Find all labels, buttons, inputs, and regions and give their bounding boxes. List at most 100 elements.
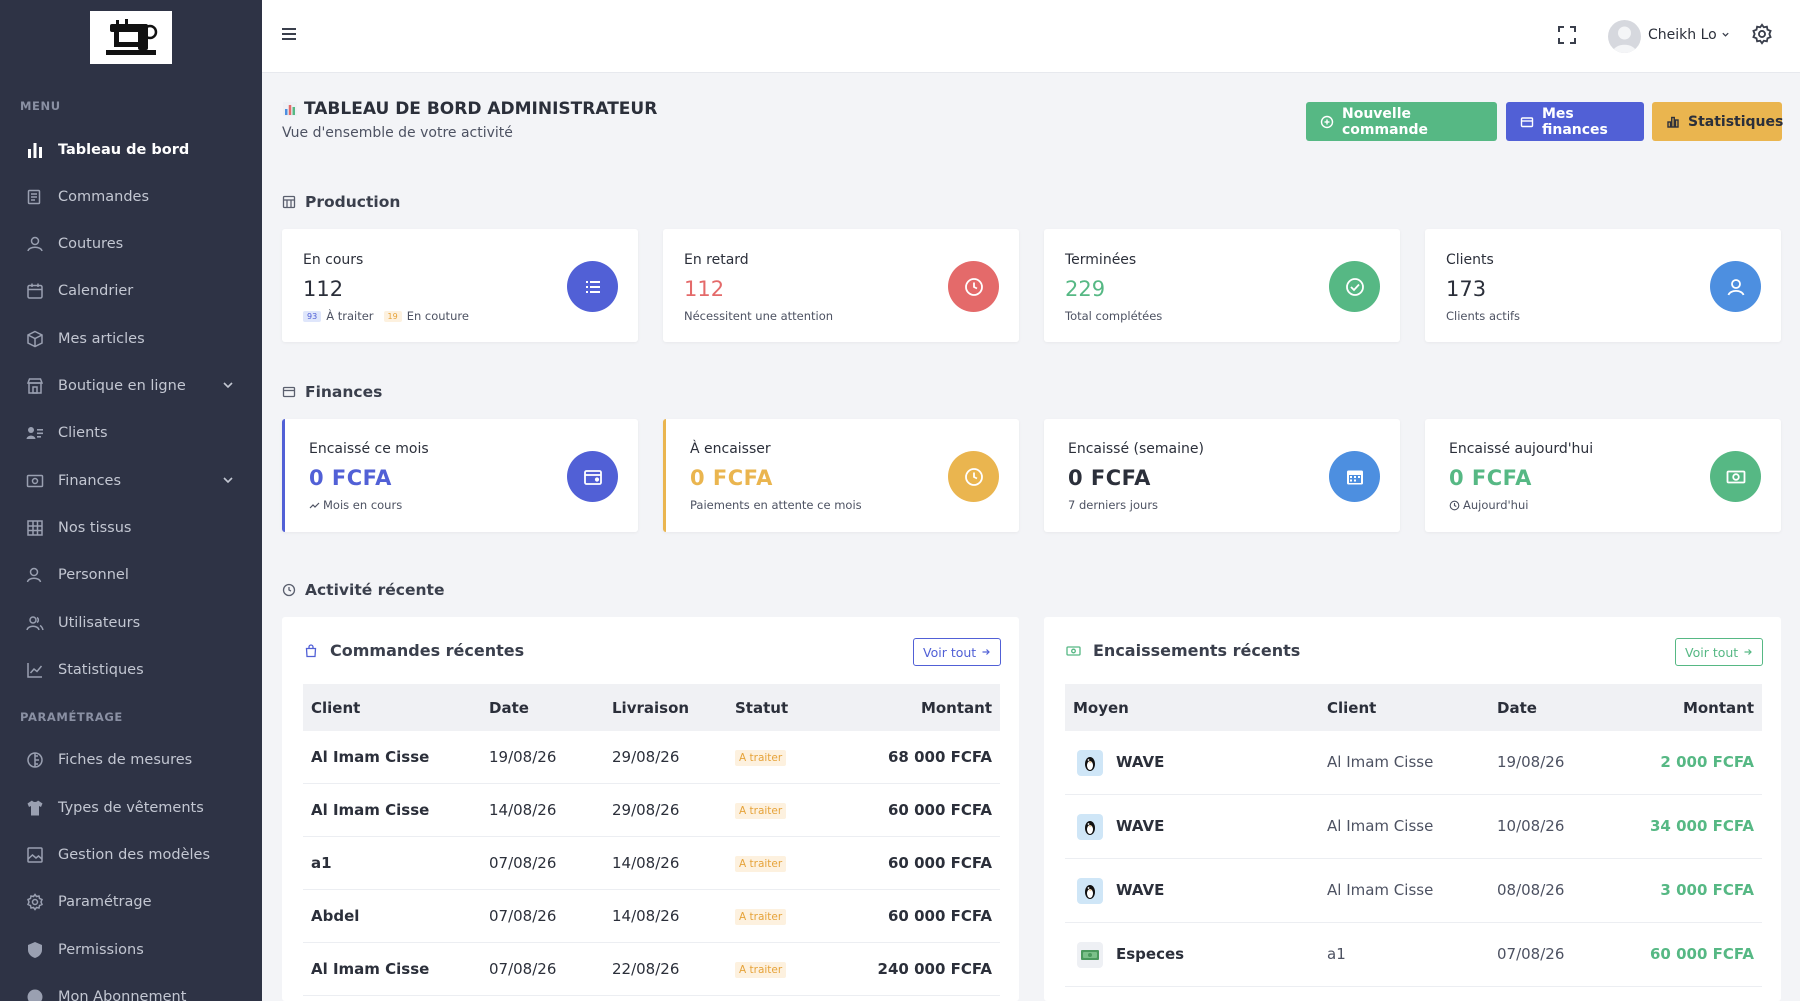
card-sub: Clients actifs	[1446, 309, 1521, 323]
sidebar-item-label: Permissions	[58, 942, 144, 958]
stat-card-completed[interactable]: Terminées 229 Total complétées	[1044, 229, 1400, 342]
box-icon	[24, 328, 46, 350]
staff-icon	[24, 564, 46, 586]
payment-date: 08/08/26	[1497, 881, 1565, 899]
payments-view-all-button[interactable]: Voir tout	[1675, 638, 1764, 666]
col-method: Moyen	[1073, 699, 1129, 717]
calendar-icon	[1329, 451, 1380, 502]
fullscreen-icon[interactable]	[1556, 24, 1578, 50]
sidebar-item-clients[interactable]: Clients	[0, 414, 262, 452]
sidebar-item-settings[interactable]: Paramétrage	[0, 883, 262, 921]
sidebar-item-models[interactable]: Gestion des modèles	[0, 836, 262, 874]
page-title-text: TABLEAU DE BORD ADMINISTRATEUR	[304, 99, 658, 119]
payment-method: WAVE	[1116, 753, 1165, 771]
new-order-button[interactable]: Nouvelle commande	[1306, 102, 1497, 141]
wallet-icon	[567, 451, 618, 502]
orders-view-all-button[interactable]: Voir tout	[913, 638, 1002, 666]
image-icon	[24, 844, 46, 866]
stat-card-late[interactable]: En retard 112 Nécessitent une attention	[663, 229, 1019, 342]
money-icon	[1710, 451, 1761, 502]
sidebar-item-finances[interactable]: Finances	[0, 462, 262, 500]
table-row[interactable]: Abdel 07/08/26 14/08/26 A traiter 60 000…	[303, 890, 1000, 943]
arrow-right-icon	[1743, 647, 1753, 657]
trend-up-icon	[309, 500, 320, 511]
sidebar-item-articles[interactable]: Mes articles	[0, 320, 262, 358]
table-row[interactable]: Al Imam Cisse 07/08/26 22/08/26 A traite…	[303, 943, 1000, 996]
sidebar-item-shop[interactable]: Boutique en ligne	[0, 367, 262, 405]
table-row[interactable]: Especes a1 07/08/26 60 000 FCFA	[1065, 923, 1762, 987]
sidebar-item-statistics[interactable]: Statistiques	[0, 651, 262, 689]
sidebar-item-dashboard[interactable]: Tableau de bord	[0, 131, 262, 169]
statistics-button[interactable]: Statistiques	[1652, 102, 1784, 141]
sidebar-item-label: Clients	[58, 425, 108, 441]
statistics-label: Statistiques	[1688, 113, 1784, 130]
fin-card-today[interactable]: Encaissé aujourd'hui 0 FCFA Aujourd'hui	[1425, 419, 1781, 532]
recent-orders-title: Commandes récentes	[304, 641, 524, 660]
sidebar-item-label: Boutique en ligne	[58, 378, 186, 394]
sidebar-item-staff[interactable]: Personnel	[0, 556, 262, 594]
sidebar-item-measures[interactable]: Fiches de mesures	[0, 741, 262, 779]
sidebar-item-orders[interactable]: Commandes	[0, 178, 262, 216]
sidebar-item-calendar[interactable]: Calendrier	[0, 272, 262, 310]
fin-card-week[interactable]: Encaissé (semaine) 0 FCFA 7 derniers jou…	[1044, 419, 1400, 532]
production-title: Production	[305, 193, 401, 211]
payment-amount: 34 000 FCFA	[1649, 817, 1754, 835]
stat-card-in-progress[interactable]: En cours 112 93 À traiter 19 En couture	[282, 229, 638, 342]
order-amount: 60 000 FCFA	[887, 907, 992, 925]
calendar-icon	[24, 280, 46, 302]
fin-card-month[interactable]: Encaissé ce mois 0 FCFA Mois en cours	[282, 419, 638, 532]
table-row[interactable]: a1 07/08/26 14/08/26 A traiter 60 000 FC…	[303, 837, 1000, 890]
payment-client: Al Imam Cisse	[1327, 817, 1434, 835]
sidebar-item-users[interactable]: Utilisateurs	[0, 604, 262, 642]
avatar[interactable]	[1608, 20, 1641, 53]
stat-card-clients[interactable]: Clients 173 Clients actifs	[1425, 229, 1781, 342]
sidebar-item-label: Mes articles	[58, 331, 145, 347]
payment-method: WAVE	[1116, 817, 1165, 835]
table-row[interactable]: WAVE Al Imam Cisse 10/08/26 34 000 FCFA	[1065, 795, 1762, 859]
status-badge: A traiter	[735, 803, 787, 819]
logo[interactable]	[90, 11, 172, 64]
finances-title: Finances	[305, 383, 383, 401]
sidebar-item-label: Mon Abonnement	[58, 989, 187, 1001]
table-row[interactable]: Al Imam Cisse 19/08/26 29/08/26 A traite…	[303, 731, 1000, 784]
sidebar-section-menu: MENU	[20, 99, 61, 113]
col-date: Date	[1497, 699, 1537, 717]
order-client: Al Imam Cisse	[311, 801, 430, 819]
sidebar-item-permissions[interactable]: Permissions	[0, 931, 262, 969]
orders-table-header: Client Date Livraison Statut Montant	[303, 684, 1000, 731]
payment-amount: 60 000 FCFA	[1649, 945, 1754, 963]
fin-card-pending[interactable]: À encaisser 0 FCFA Paiements en attente …	[663, 419, 1019, 532]
order-delivery: 14/08/26	[612, 907, 680, 925]
line-chart-icon	[24, 659, 46, 681]
card-value: 173	[1446, 277, 1487, 301]
gear-icon	[24, 891, 46, 913]
sidebar-item-subscription[interactable]: Mon Abonnement	[0, 978, 262, 1001]
user-menu[interactable]: Cheikh Lo	[1648, 27, 1730, 43]
sidebar-item-coutures[interactable]: Coutures	[0, 225, 262, 263]
view-all-label: Voir tout	[1685, 644, 1739, 660]
store-icon	[24, 375, 46, 397]
table-row[interactable]: Al Imam Cisse 14/08/26 29/08/26 A traite…	[303, 784, 1000, 837]
sidebar-item-fabrics[interactable]: Nos tissus	[0, 509, 262, 547]
card-label: En retard	[684, 252, 749, 268]
sidebar-item-label: Calendrier	[58, 283, 134, 299]
order-client: a1	[311, 854, 332, 872]
measure-icon	[24, 749, 46, 771]
status-badge: A traiter	[735, 962, 787, 978]
table-row[interactable]: WAVE Al Imam Cisse 08/08/26 3 000 FCFA	[1065, 859, 1762, 923]
my-finances-button[interactable]: Mes finances	[1506, 102, 1644, 141]
user-icon	[24, 233, 46, 255]
settings-gear-icon[interactable]	[1751, 23, 1773, 49]
sidebar-item-garment-types[interactable]: Types de vêtements	[0, 789, 262, 827]
card-value: 0 FCFA	[690, 466, 773, 490]
card-sub-text: Aujourd'hui	[1463, 498, 1529, 512]
order-delivery: 22/08/26	[612, 960, 680, 978]
table-row[interactable]: WAVE Al Imam Cisse 19/08/26 2 000 FCFA	[1065, 731, 1762, 795]
order-delivery: 29/08/26	[612, 801, 680, 819]
bar-chart-icon	[1666, 115, 1680, 129]
sidebar-item-label: Coutures	[58, 236, 124, 252]
plus-circle-icon	[1320, 115, 1334, 129]
clock-icon	[948, 451, 999, 502]
menu-toggle-icon[interactable]	[280, 26, 298, 46]
to-process-label: À traiter	[326, 309, 374, 323]
